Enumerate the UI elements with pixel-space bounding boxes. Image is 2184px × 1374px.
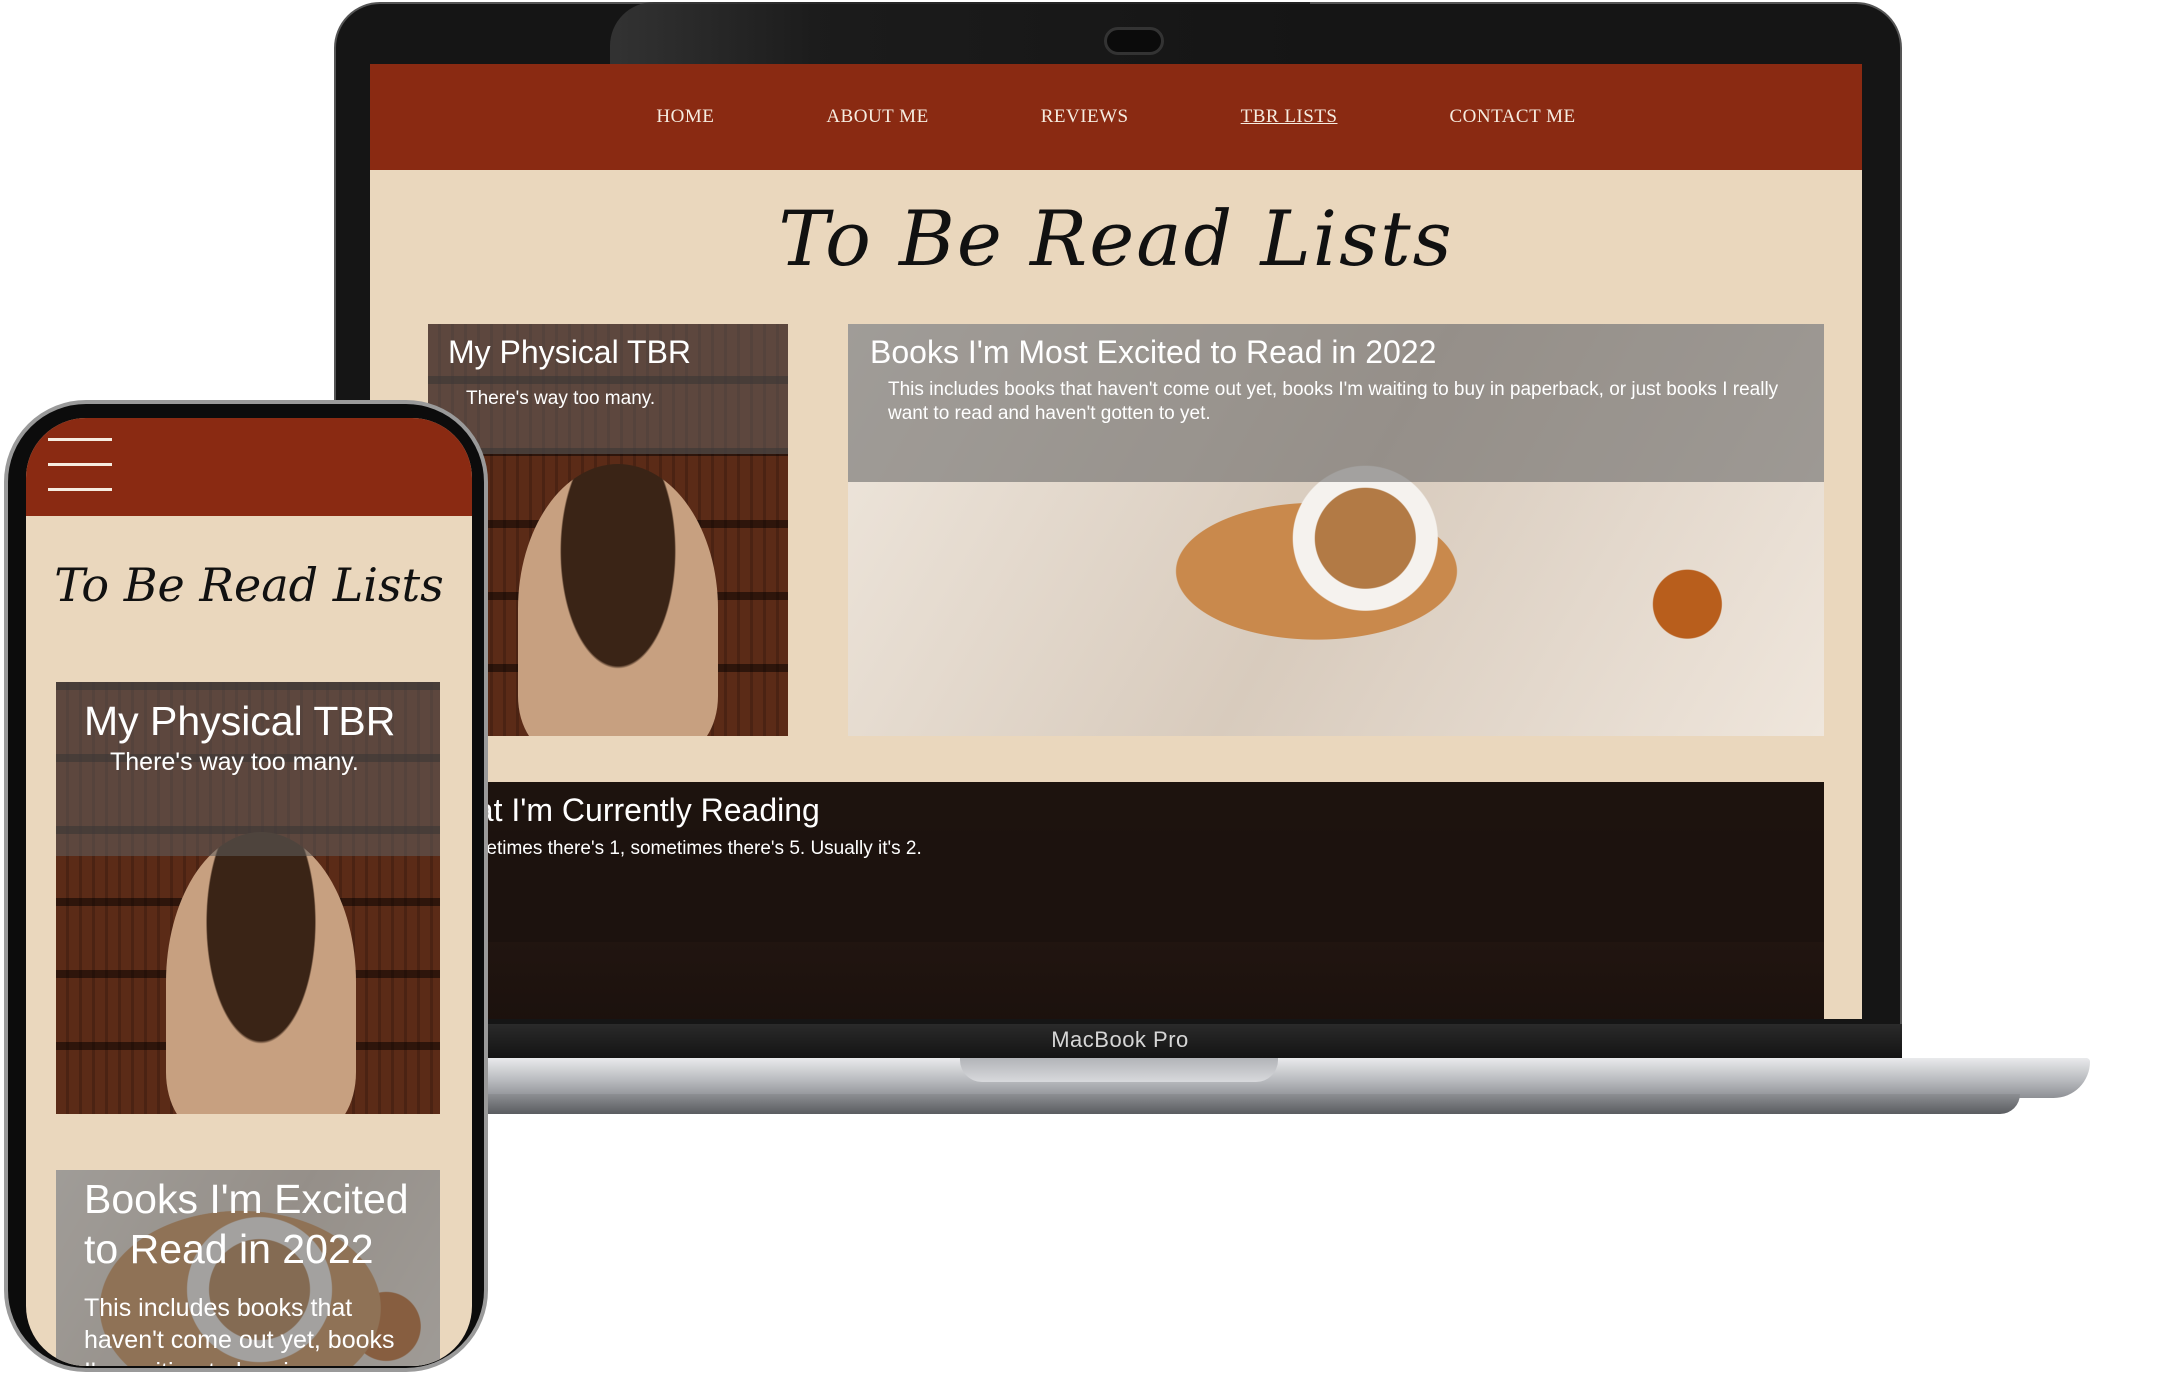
nav-item-contact-me[interactable]: CONTACT ME (1450, 106, 1576, 128)
nav-item-about-me[interactable]: ABOUT ME (826, 106, 928, 128)
mobile-header (26, 418, 472, 516)
camera-icon (1104, 27, 1164, 55)
card-photo (518, 464, 718, 736)
excited-2022-card[interactable]: Books I'm Most Excited to Read in 2022 T… (848, 324, 1824, 736)
nav-item-tbr-lists[interactable]: TBR LISTS (1241, 106, 1338, 128)
card-subtitle: There's way too many. (466, 388, 656, 409)
laptop-base-edge (360, 1094, 2020, 1114)
currently-reading-card[interactable]: hat I'm Currently Reading ometimes there… (428, 782, 1824, 1019)
nav-item-reviews[interactable]: REVIEWS (1041, 106, 1129, 128)
card-subtitle: This includes books that haven't come ou… (888, 379, 1779, 424)
card-subtitle: There's way too many. (110, 748, 359, 776)
main-nav: HOME ABOUT ME REVIEWS TBR LISTS CONTACT … (370, 64, 1862, 170)
excited-2022-card[interactable]: Books I'm Excited to Read in 2022 This i… (56, 1170, 440, 1366)
card-subtitle-line-2: haven't come out yet, books (84, 1326, 395, 1354)
card-title: Books I'm Most Excited to Read in 2022 (870, 334, 1437, 370)
card-title: hat I'm Currently Reading (458, 792, 820, 828)
card-photo (166, 832, 356, 1114)
card-title-line-1: Books I'm Excited (84, 1176, 409, 1222)
nav-item-home[interactable]: HOME (656, 106, 714, 128)
card-title-line-2: to Read in 2022 (84, 1226, 374, 1272)
laptop-opening-notch (960, 1058, 1278, 1082)
laptop-screen: HOME ABOUT ME REVIEWS TBR LISTS CONTACT … (370, 64, 1862, 1019)
page-title: To Be Read Lists (778, 194, 1454, 283)
card-title: My Physical TBR (84, 698, 396, 744)
phone-screen: To Be Read Lists My Physical TBR There's… (26, 418, 472, 1366)
card-subtitle-line-1: This includes books that (84, 1294, 353, 1322)
hamburger-menu-icon[interactable] (48, 438, 112, 494)
page-title: To Be Read Lists (54, 558, 444, 612)
physical-tbr-card[interactable]: My Physical TBR There's way too many. (56, 682, 440, 1114)
card-subtitle-line-3: I'm waiting to buy in (84, 1358, 303, 1366)
laptop-brand-label: MacBook Pro (1051, 1027, 1189, 1052)
card-subtitle: ometimes there's 1, sometimes there's 5.… (460, 838, 922, 859)
card-title: My Physical TBR (448, 334, 692, 370)
laptop-bezel-shine (610, 2, 1310, 64)
